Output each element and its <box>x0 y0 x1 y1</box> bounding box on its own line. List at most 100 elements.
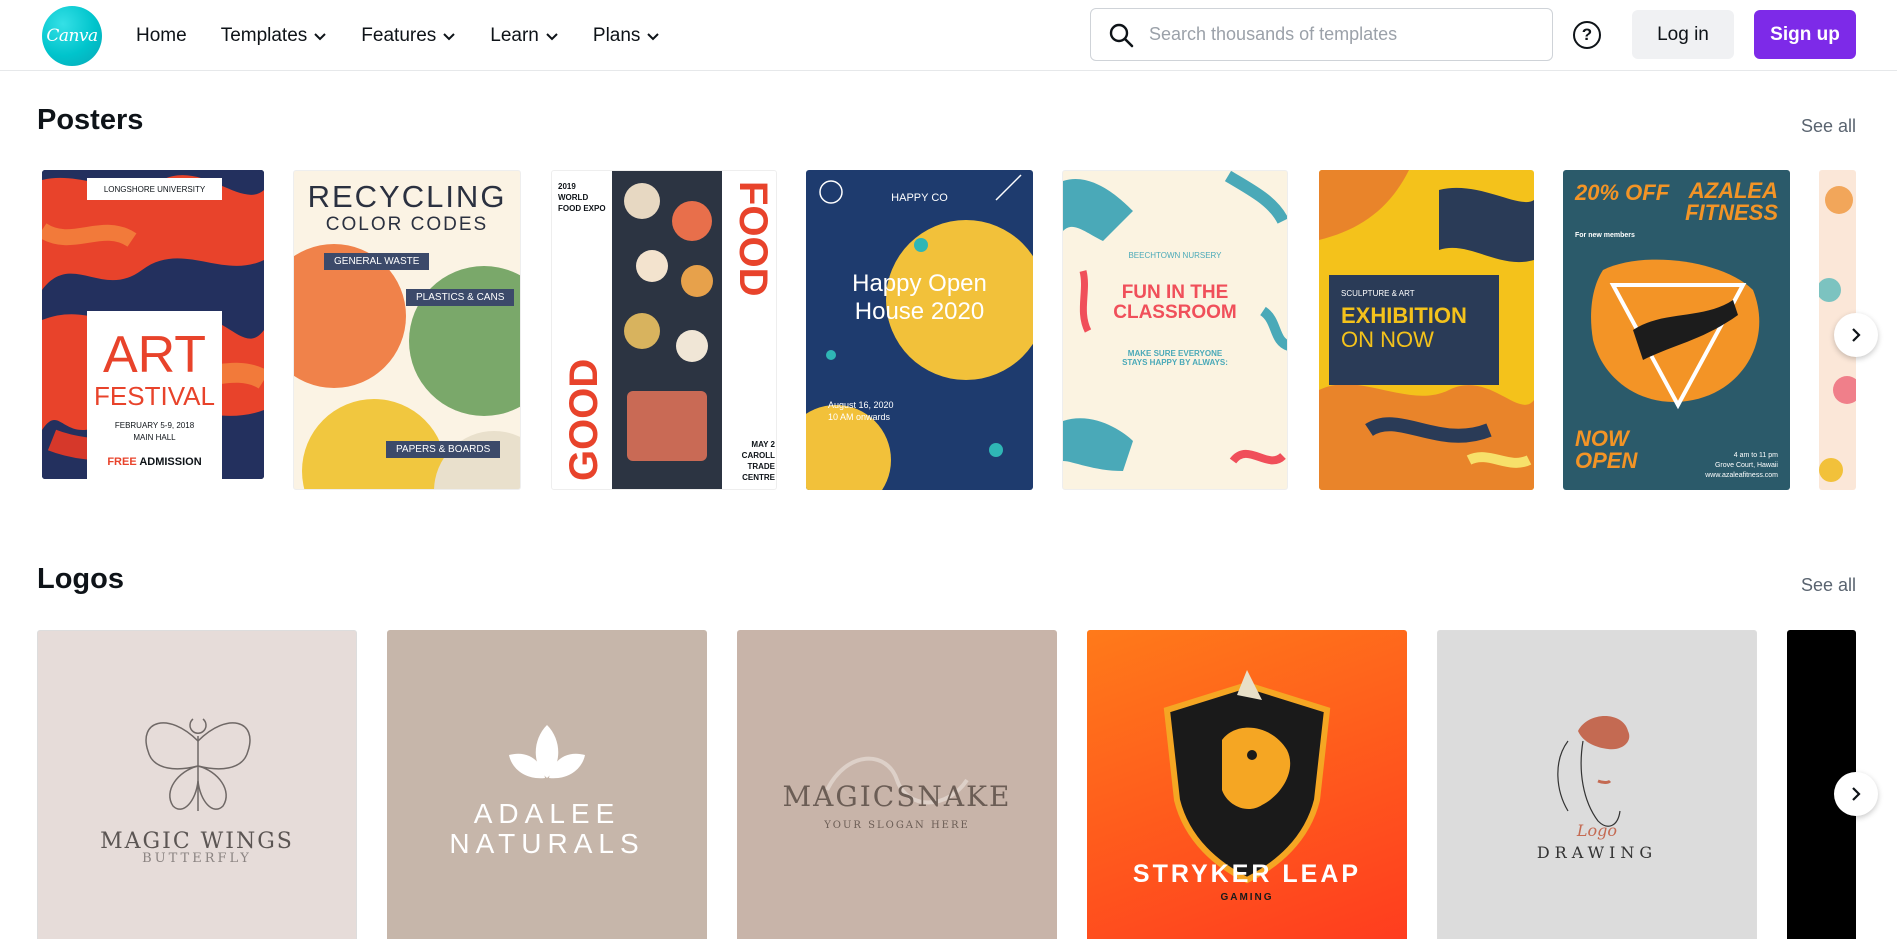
poster-title-2: COLOR CODES <box>325 214 489 235</box>
logo-card-drawing[interactable]: Logo DRAWING <box>1437 630 1757 939</box>
chevron-down-icon <box>647 32 660 40</box>
logo-card-magicsnake[interactable]: MAGICSNAKE YOUR SLOGAN HERE <box>737 630 1057 939</box>
poster-title: Happy Open House 2020 <box>852 270 987 325</box>
poster-brand: HAPPY CO <box>891 192 948 204</box>
search-icon <box>1109 23 1134 47</box>
posters-heading: Posters <box>37 104 144 136</box>
poster-card-good-food[interactable]: 2019 WORLD FOOD EXPO FOOD GOOD MAY 2 CAR… <box>551 170 777 490</box>
main-nav: Home Templates Features Learn Plans <box>136 0 694 71</box>
nav-label: Templates <box>220 24 308 46</box>
food-photo <box>612 171 722 489</box>
face-line-drawing <box>1557 716 1630 827</box>
chevron-down-icon <box>443 32 455 40</box>
poster-cta: NOW OPEN <box>1575 426 1638 473</box>
help-icon[interactable]: ? <box>1573 21 1601 49</box>
classroom-brush-strokes <box>1063 171 1287 471</box>
help-glyph: ? <box>1581 25 1593 44</box>
posters-next-arrow[interactable] <box>1834 313 1878 357</box>
poster-web: www.azaleafitness.com <box>1705 472 1778 479</box>
logo-title: STRYKER LEAP <box>1132 860 1362 888</box>
poster-top-label: SCULPTURE & ART <box>1341 289 1415 298</box>
poster-word-food: FOOD <box>731 181 775 297</box>
logo-card-magic-wings[interactable]: MAGIC WINGS BUTTERFLY <box>37 630 357 939</box>
poster-offer-sub: For new members <box>1575 232 1635 239</box>
nav-plans[interactable]: Plans <box>593 25 661 47</box>
search-input[interactable] <box>1149 24 1539 45</box>
poster-card-classroom[interactable]: BEECHTOWN NURSERY FUN IN THE CLASSROOM M… <box>1062 170 1288 490</box>
logos-next-arrow[interactable] <box>1834 772 1878 816</box>
logo-card-stryker[interactable]: STRYKER LEAP GAMING <box>1087 630 1407 939</box>
signup-label: Sign up <box>1770 23 1840 45</box>
leaf-icon <box>509 725 585 779</box>
poster-hours: 4 am to 11 pm <box>1733 452 1778 459</box>
nav-templates[interactable]: Templates <box>221 25 328 47</box>
poster-top-label: LONGSHORE UNIVERSITY <box>87 178 222 200</box>
poster-card-open-house[interactable]: HAPPY CO Happy Open House 2020 August 16… <box>806 170 1033 490</box>
nav-features[interactable]: Features <box>361 25 456 47</box>
chevron-down-icon <box>546 32 558 40</box>
food-photo-graphic <box>624 183 713 461</box>
exhibition-panel: SCULPTURE & ART EXHIBITION ON NOW <box>1329 275 1499 385</box>
poster-title-1: ART <box>102 326 207 384</box>
poster-sub: MAKE SURE EVERYONE STAYS HAPPY BY ALWAYS… <box>1122 349 1228 367</box>
poster-card-recycling[interactable]: RECYCLING COLOR CODES GENERAL WASTE PLAS… <box>293 170 521 490</box>
logo-sub: YOUR SLOGAN HERE <box>824 820 970 831</box>
poster-card-exhibition[interactable]: SCULPTURE & ART EXHIBITION ON NOW <box>1319 170 1534 490</box>
logo-card-adalee[interactable]: ADALEE NATURALS <box>387 630 707 939</box>
poster-title-2: ON NOW <box>1341 327 1434 352</box>
login-label: Log in <box>1657 23 1709 45</box>
poster-offer: 20% OFF <box>1575 180 1670 205</box>
poster-word-good: GOOD <box>562 358 606 481</box>
poster-title-1: RECYCLING <box>307 179 507 214</box>
logo-title: MAGICSNAKE <box>782 780 1012 813</box>
poster-white-panel: ART FESTIVAL FEBRUARY 5-9, 2018 MAIN HAL… <box>87 311 222 479</box>
poster-tag-2: PLASTICS & CANS <box>406 289 515 306</box>
poster-date: August 16, 2020 <box>828 400 894 410</box>
poster-time: 10 AM onwards <box>828 412 891 422</box>
poster-title-2: FESTIVAL <box>94 381 215 411</box>
chevron-right-icon <box>1852 328 1861 342</box>
logo-text: Canva <box>46 26 98 46</box>
poster-card-azalea[interactable]: 20% OFF For new members AZALEA FITNESS N… <box>1563 170 1790 490</box>
poster-title: FUN IN THE CLASSROOM <box>1113 282 1237 323</box>
poster-venue: MAIN HALL <box>133 433 176 442</box>
nav-label: Learn <box>490 24 539 46</box>
open-house-shapes <box>806 174 1033 490</box>
logos-see-all-link[interactable]: See all <box>1801 575 1856 596</box>
logo-script: Logo <box>1576 821 1618 840</box>
canva-logo[interactable]: Canva <box>42 6 102 66</box>
top-header: Canva Home Templates Features Learn Plan… <box>0 0 1897 71</box>
nav-home[interactable]: Home <box>136 25 187 47</box>
poster-tag-1: GENERAL WASTE <box>324 253 430 270</box>
poster-admission-text: ADMISSION <box>139 456 202 468</box>
poster-title-1: EXHIBITION <box>1341 303 1467 328</box>
chevron-down-icon <box>314 32 327 40</box>
nav-label: Home <box>136 24 187 46</box>
signup-button[interactable]: Sign up <box>1754 10 1856 59</box>
posters-row: LONGSHORE UNIVERSITY ART FESTIVAL FEBRUA… <box>37 170 1856 492</box>
search-box[interactable] <box>1090 8 1553 61</box>
logos-row: MAGIC WINGS BUTTERFLY ADALEE NATURALS MA… <box>37 630 1856 939</box>
login-button[interactable]: Log in <box>1632 10 1734 59</box>
nav-learn[interactable]: Learn <box>490 25 559 47</box>
logo-sub: BUTTERFLY <box>142 851 252 866</box>
nav-label: Plans <box>592 24 641 46</box>
poster-top-label: BEECHTOWN NURSERY <box>1128 251 1222 260</box>
poster-address: Grove Court, Hawaii <box>1714 462 1778 469</box>
poster-event-label: 2019 WORLD FOOD EXPO <box>558 182 606 213</box>
poster-tag-3: PAPERS & BOARDS <box>386 441 501 458</box>
poster-card-art-festival[interactable]: LONGSHORE UNIVERSITY ART FESTIVAL FEBRUA… <box>42 170 264 479</box>
chevron-right-icon <box>1852 787 1861 801</box>
poster-free: FREE <box>107 456 137 468</box>
logo-title: DRAWING <box>1536 843 1658 862</box>
logo-sub: GAMING <box>1220 892 1274 903</box>
nav-label: Features <box>361 24 437 46</box>
poster-venue: MAY 2 CAROLL TRADE CENTRE <box>741 440 775 482</box>
butterfly-graphic <box>145 718 251 811</box>
logo-title-1: ADALEE <box>473 798 621 829</box>
posters-see-all-link[interactable]: See all <box>1801 116 1856 137</box>
logos-heading: Logos <box>37 563 124 595</box>
poster-brand: AZALEA FITNESS <box>1685 178 1778 225</box>
poster-admission: FREE ADMISSION <box>87 456 222 468</box>
logo-title-2: NATURALS <box>449 828 645 859</box>
